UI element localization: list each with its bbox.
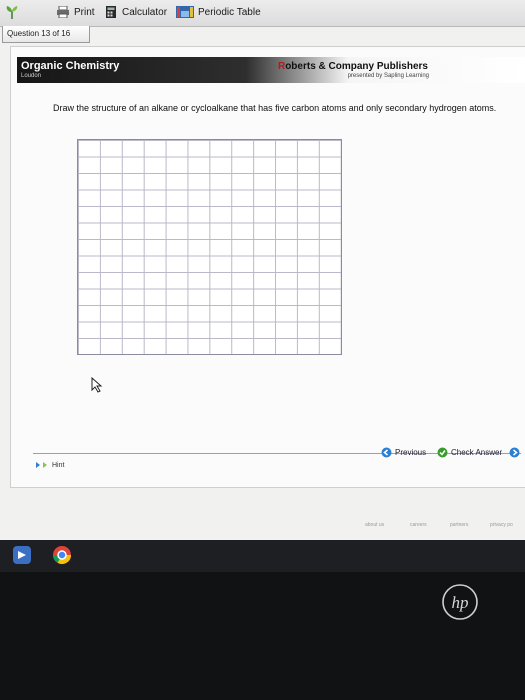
chrome-browser-icon[interactable] [52, 545, 72, 565]
mouse-pointer-icon [91, 377, 103, 393]
footer-link-partners[interactable]: partners [450, 522, 468, 528]
previous-arrow-icon [381, 447, 392, 458]
hint-toggle[interactable]: Hint [35, 461, 64, 469]
hp-logo-text: hp [452, 593, 469, 612]
expand-arrow-icon [36, 462, 47, 468]
question-text: Draw the structure of an alkane or cyclo… [53, 103, 497, 113]
printer-icon [57, 6, 69, 18]
question-counter-tab[interactable]: Question 13 of 16 [2, 26, 90, 43]
publisher-name-rest: oberts & Company Publishers [285, 61, 428, 72]
drawing-canvas[interactable] [77, 139, 342, 355]
hp-logo: hp [442, 584, 478, 620]
print-button[interactable]: Print [56, 6, 95, 18]
publisher-name: Roberts & Company Publishers [278, 61, 428, 72]
calculator-icon [106, 6, 116, 18]
calculator-label: Calculator [122, 6, 168, 18]
previous-button[interactable]: Previous [381, 447, 426, 458]
calculator-button[interactable]: Calculator [104, 6, 167, 18]
course-banner: Organic Chemistry Loudon Roberts & Compa… [17, 57, 525, 83]
periodic-table-icon [176, 6, 194, 18]
hint-label: Hint [52, 461, 65, 469]
previous-label: Previous [395, 448, 427, 457]
footer-link-careers[interactable]: careers [410, 522, 427, 528]
course-title: Organic Chemistry [21, 60, 120, 72]
taskbar [0, 540, 525, 572]
next-arrow-icon[interactable] [509, 447, 520, 458]
browser-screen: Print Calculator Periodic Table Question… [0, 0, 525, 540]
presented-by: presented by Sapling Learning [347, 73, 429, 79]
sapling-leaf-icon [6, 6, 18, 19]
check-icon [437, 447, 448, 458]
periodic-table-label: Periodic Table [198, 6, 261, 18]
question-panel: Organic Chemistry Loudon Roberts & Compa… [10, 46, 525, 488]
periodic-table-button[interactable]: Periodic Table [176, 6, 261, 18]
print-label: Print [74, 6, 95, 18]
check-answer-button[interactable]: Check Answer [437, 447, 520, 458]
footer-link-about[interactable]: about us [365, 522, 384, 528]
check-answer-label: Check Answer [451, 448, 503, 457]
footer-link-privacy[interactable]: privacy po [490, 522, 513, 528]
top-toolbar: Print Calculator Periodic Table [0, 0, 525, 27]
app-launcher-icon[interactable] [12, 545, 32, 565]
course-author: Loudon [21, 73, 42, 79]
